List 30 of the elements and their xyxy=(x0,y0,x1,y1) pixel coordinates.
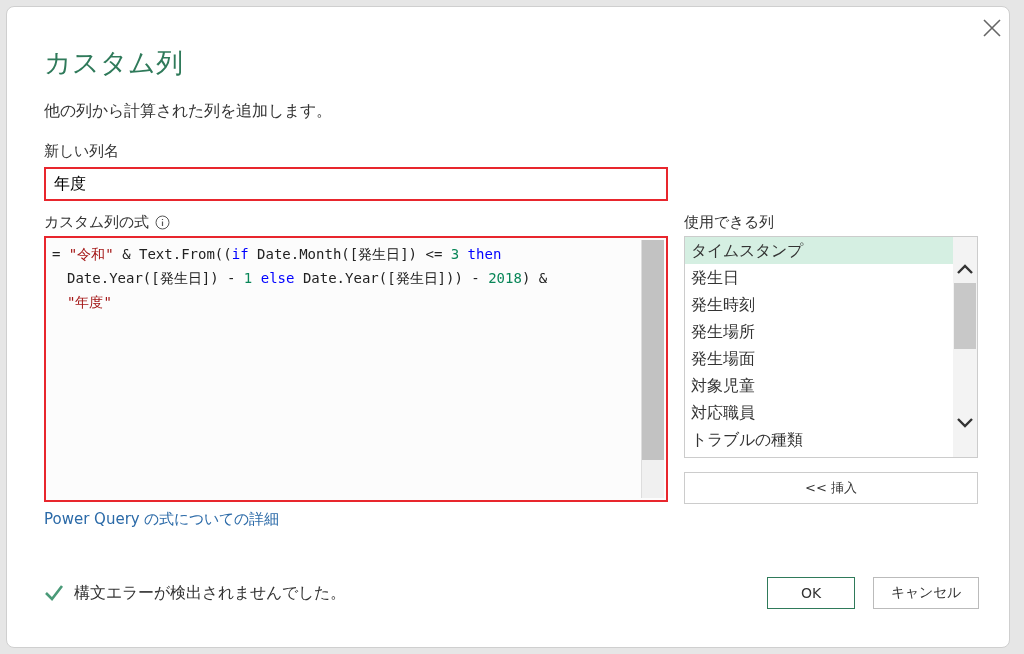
column-list-item[interactable]: 発生場面 xyxy=(685,345,953,372)
help-link[interactable]: Power Query の式についての詳細 xyxy=(44,510,280,529)
column-list-item[interactable]: 対象児童 xyxy=(685,372,953,399)
scrollbar-thumb[interactable] xyxy=(954,283,976,349)
column-list-item[interactable]: 対応職員 xyxy=(685,399,953,426)
scroll-down-icon[interactable] xyxy=(956,417,974,429)
column-name-field[interactable]: 年度 xyxy=(44,167,668,201)
field-label: カスタム列の式 xyxy=(44,212,149,232)
cancel-button[interactable]: キャンセル xyxy=(873,577,979,609)
checkmark-icon xyxy=(44,584,64,602)
dialog-description: 他の列から計算された列を追加します。 xyxy=(44,101,333,122)
info-icon[interactable] xyxy=(155,214,170,230)
scrollbar[interactable] xyxy=(641,240,664,498)
field-label: 新しい列名 xyxy=(44,142,120,161)
ok-button[interactable]: OK xyxy=(767,577,855,609)
code-line: "年度" xyxy=(66,293,113,312)
column-list-item[interactable]: タイムスタンプ xyxy=(685,237,953,264)
code-line: Date.Year([発生日]) - 1 else Date.Year([発生日])) - 2018) & xyxy=(66,269,549,288)
close-icon[interactable] xyxy=(983,19,1001,37)
code-line: = "令和" & Text.From((if Date.Month([発生日]) <= 3 then xyxy=(52,245,503,264)
formula-editor[interactable]: = "令和" & Text.From((if Date.Month([発生日]) <= 3 then Date.Year([発生日]) - 1 else Date.Year([発生日])) - 2018) & "年度" xyxy=(44,236,668,502)
list-label: 使用できる列 xyxy=(684,212,775,233)
insert-button[interactable]: << 挿入 xyxy=(684,472,978,504)
column-list-item[interactable]: 発生時刻 xyxy=(685,291,953,318)
status-message: 構文エラーが検出されませんでした。 xyxy=(74,582,346,604)
dialog-title: カスタム列 xyxy=(44,46,184,80)
column-list-item[interactable]: トラブルの種類 xyxy=(685,426,953,453)
column-list-item[interactable]: 発生場所 xyxy=(685,318,953,345)
column-list-item[interactable]: 発生日 xyxy=(685,264,953,291)
scroll-up-icon[interactable] xyxy=(956,263,974,275)
